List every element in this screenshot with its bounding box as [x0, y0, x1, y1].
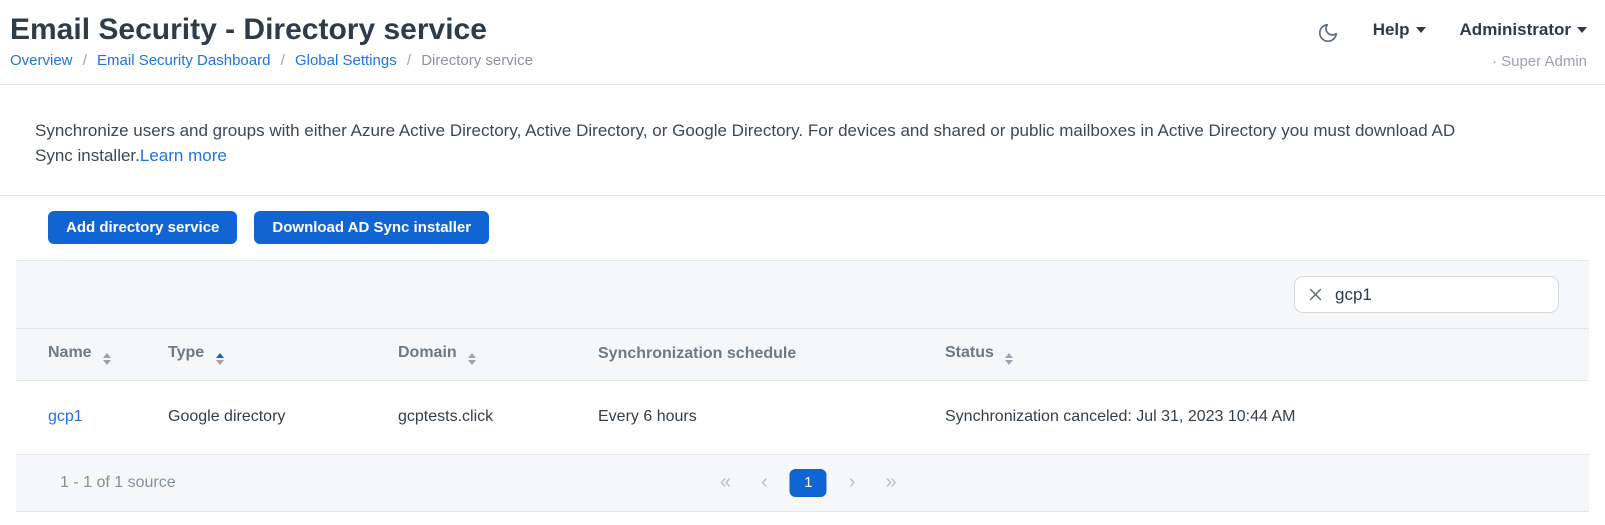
cell-type: Google directory [168, 380, 398, 454]
intro-description-text: Synchronize users and groups with either… [35, 121, 1455, 165]
column-label: Domain [398, 344, 457, 361]
column-header-name[interactable]: Name [16, 329, 168, 380]
cell-status: Synchronization canceled: Jul 31, 2023 1… [945, 380, 1589, 454]
user-role-label: · Super Admin [1460, 53, 1587, 70]
chevron-down-icon [1416, 27, 1426, 33]
cell-name: gcp1 [16, 380, 168, 454]
help-menu[interactable]: Help [1373, 20, 1426, 40]
results-summary: 1 - 1 of 1 source [60, 474, 176, 492]
search-box [1294, 276, 1559, 313]
table-footer: 1 - 1 of 1 source « ‹ 1 › » [16, 455, 1589, 512]
search-input[interactable] [1335, 285, 1556, 305]
help-menu-label: Help [1373, 20, 1410, 39]
breadcrumb-separator: / [83, 52, 87, 69]
breadcrumb-email-security-dashboard[interactable]: Email Security Dashboard [97, 52, 270, 69]
sort-icon [468, 353, 476, 365]
clear-search-x-icon[interactable] [1307, 286, 1324, 303]
first-page-button[interactable]: « [712, 471, 739, 494]
column-header-synchronization-schedule: Synchronization schedule [598, 329, 945, 380]
download-ad-sync-installer-button[interactable]: Download AD Sync installer [254, 211, 489, 244]
user-menu-block: Administrator · Super Admin [1460, 20, 1587, 70]
breadcrumb-overview[interactable]: Overview [10, 52, 73, 69]
table-header-row: Name Type Domain Synchronization schedul… [16, 329, 1589, 380]
column-header-domain[interactable]: Domain [398, 329, 598, 380]
sort-ascending-icon [216, 353, 224, 365]
breadcrumb-current: Directory service [421, 52, 533, 69]
breadcrumb-separator: / [407, 52, 411, 69]
chevron-down-icon [1577, 27, 1587, 33]
last-page-button[interactable]: » [877, 471, 904, 494]
column-label: Name [48, 344, 92, 361]
row-name-link[interactable]: gcp1 [48, 408, 83, 425]
intro-description: Synchronize users and groups with either… [35, 118, 1465, 168]
directory-services-table: Name Type Domain Synchronization schedul… [16, 329, 1589, 455]
column-label: Type [168, 344, 204, 361]
previous-page-button[interactable]: ‹ [753, 471, 776, 494]
search-row [16, 260, 1589, 329]
column-label: Status [945, 344, 994, 361]
cell-schedule: Every 6 hours [598, 380, 945, 454]
column-label: Synchronization schedule [598, 345, 796, 362]
column-header-status[interactable]: Status [945, 329, 1589, 380]
sort-icon [103, 353, 111, 365]
breadcrumb-separator: / [281, 52, 285, 69]
breadcrumb-global-settings[interactable]: Global Settings [295, 52, 397, 69]
administrator-menu[interactable]: Administrator [1460, 20, 1587, 39]
page-header: Email Security - Directory service Overv… [0, 0, 1605, 85]
administrator-menu-label: Administrator [1460, 20, 1571, 39]
next-page-button[interactable]: › [841, 471, 864, 494]
learn-more-link[interactable]: Learn more [140, 146, 227, 165]
column-header-type[interactable]: Type [168, 329, 398, 380]
sort-icon [1005, 353, 1013, 365]
table-row: gcp1 Google directory gcptests.click Eve… [16, 380, 1589, 454]
add-directory-service-button[interactable]: Add directory service [48, 211, 237, 244]
directory-services-panel: Name Type Domain Synchronization schedul… [16, 260, 1589, 512]
intro-section: Synchronize users and groups with either… [0, 85, 1605, 196]
dark-mode-moon-icon[interactable] [1317, 20, 1339, 44]
page-1-button[interactable]: 1 [790, 469, 827, 497]
actions-bar: Add directory service Download AD Sync i… [0, 196, 1605, 260]
header-right-controls: Help Administrator · Super Admin [1317, 20, 1587, 70]
cell-domain: gcptests.click [398, 380, 598, 454]
pagination: « ‹ 1 › » [712, 469, 905, 497]
